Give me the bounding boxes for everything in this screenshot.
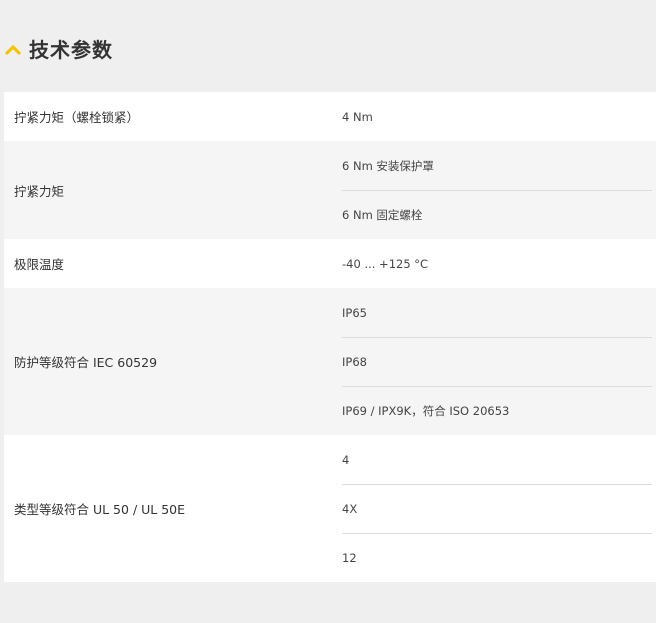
spec-value: 6 Nm 固定螺栓 (342, 190, 652, 239)
spec-value: 12 (342, 533, 652, 582)
spec-row-protection-class: 防护等级符合 IEC 60529 IP65 IP68 IP69 / IPX9K，… (4, 288, 656, 435)
spec-values: 6 Nm 安装保护罩 6 Nm 固定螺栓 (342, 141, 656, 239)
spec-value: IP69 / IPX9K，符合 ISO 20653 (342, 386, 652, 435)
spec-value: IP68 (342, 337, 652, 386)
spec-label: 防护等级符合 IEC 60529 (14, 355, 158, 370)
spec-label: 类型等级符合 UL 50 / UL 50E (14, 502, 186, 517)
spec-values: 4 4X 12 (342, 435, 656, 582)
spec-table: 拧紧力矩（螺栓锁紧） 4 Nm 拧紧力矩 6 Nm 安装保护罩 6 Nm 固定螺… (4, 92, 656, 582)
spec-label: 拧紧力矩（螺栓锁紧） (14, 110, 140, 125)
spec-value: 4 Nm (342, 109, 373, 124)
chevron-up-icon[interactable] (4, 41, 22, 55)
spec-values: -40 ... +125 °C (342, 239, 656, 288)
spec-values: 4 Nm (342, 92, 656, 141)
section-title: 技术参数 (29, 37, 113, 62)
spec-value: -40 ... +125 °C (342, 256, 429, 271)
spec-label: 极限温度 (14, 257, 65, 272)
spec-row-ul-type-rating: 类型等级符合 UL 50 / UL 50E 4 4X 12 (4, 435, 656, 582)
spec-row-tightening-torque: 拧紧力矩 6 Nm 安装保护罩 6 Nm 固定螺栓 (4, 141, 656, 239)
spec-row-temperature-limit: 极限温度 -40 ... +125 °C (4, 239, 656, 288)
spec-row-tightening-torque-lock: 拧紧力矩（螺栓锁紧） 4 Nm (4, 92, 656, 141)
spec-value: 4 (342, 452, 350, 467)
spec-value: IP65 (342, 305, 367, 320)
section-header[interactable]: 技术参数 (0, 28, 113, 68)
spec-label: 拧紧力矩 (14, 183, 65, 199)
spec-value: 4X (342, 484, 652, 533)
spec-value: 6 Nm 安装保护罩 (342, 158, 434, 173)
spec-values: IP65 IP68 IP69 / IPX9K，符合 ISO 20653 (342, 288, 656, 435)
